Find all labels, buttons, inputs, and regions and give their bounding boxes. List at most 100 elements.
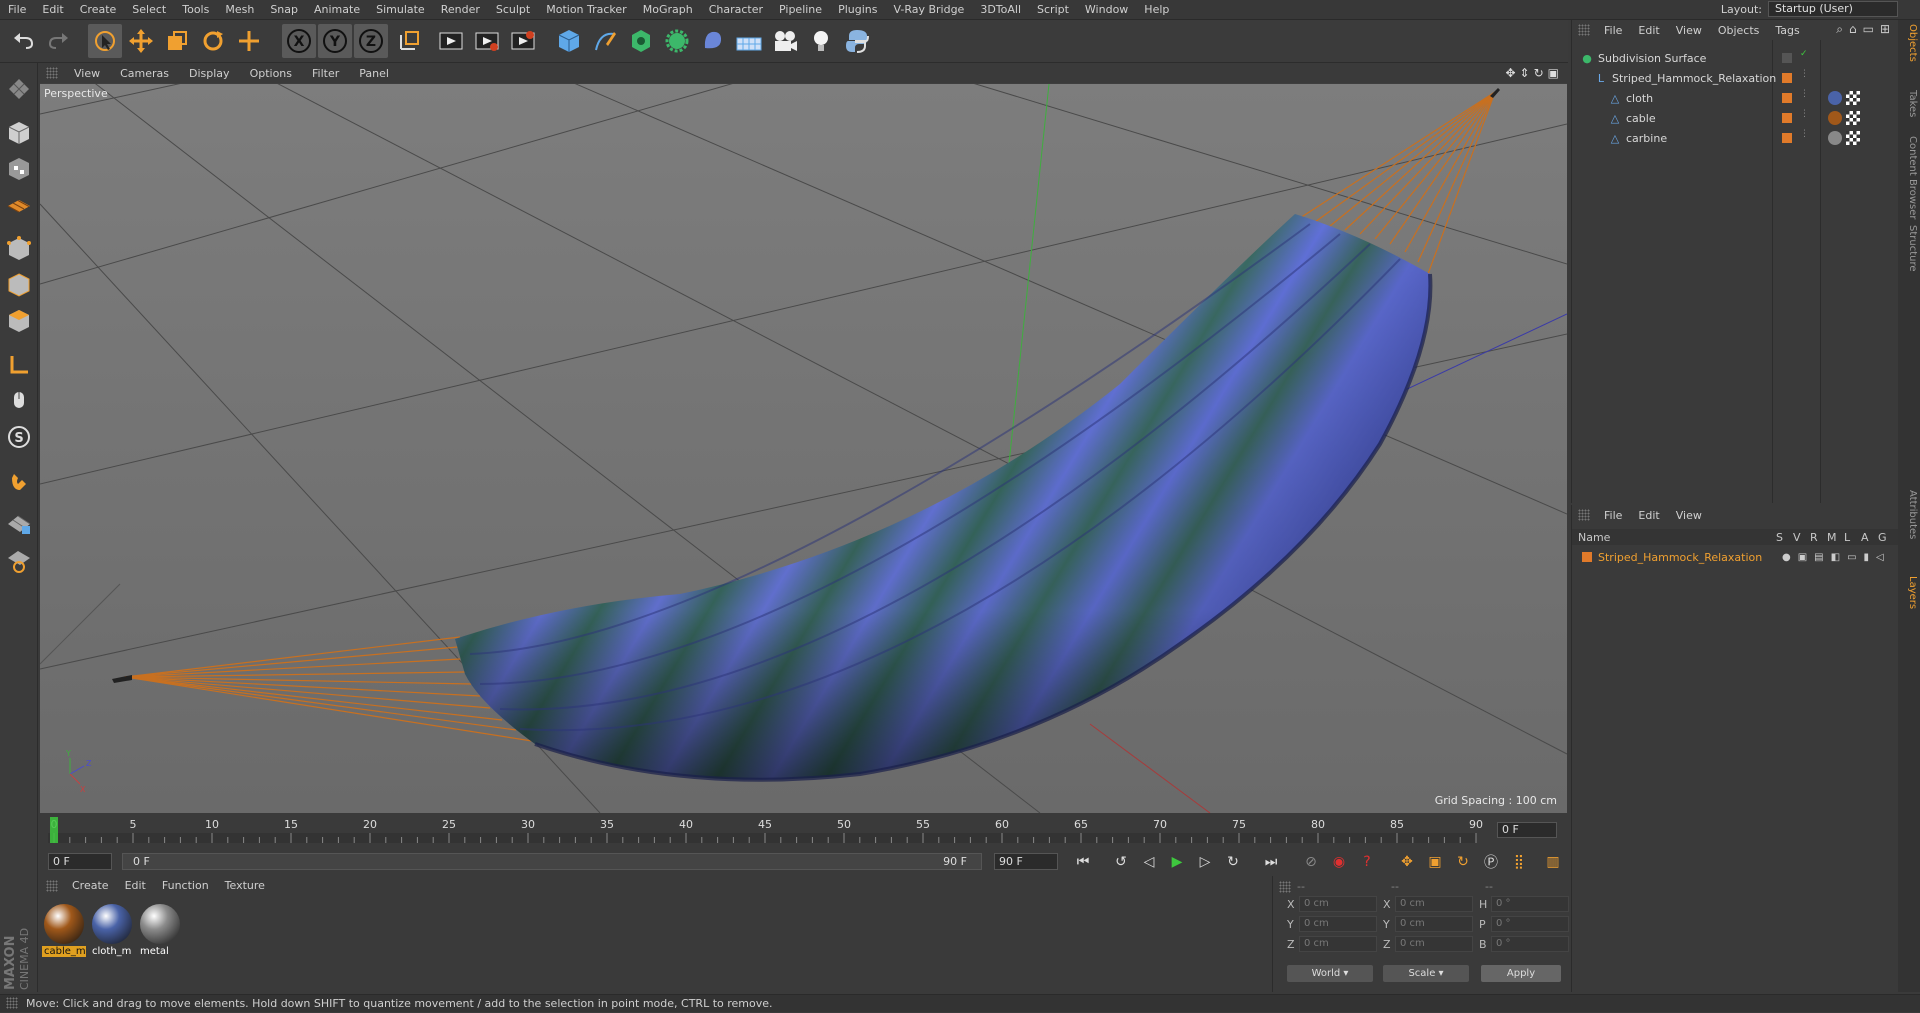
menu-snap[interactable]: Snap [262, 3, 306, 16]
visibility-dots-icon[interactable]: ⋮ [1800, 130, 1809, 139]
menu-mesh[interactable]: Mesh [217, 3, 262, 16]
uvw-tag-icon[interactable] [1846, 91, 1860, 105]
layer-menu-edit[interactable]: Edit [1630, 509, 1667, 522]
menu-v-ray-bridge[interactable]: V-Ray Bridge [885, 3, 972, 16]
visibility-dots-icon[interactable]: ⋮ [1800, 70, 1809, 79]
coord-value-field[interactable]: 0 cm [1395, 896, 1473, 912]
viewport-menu-display[interactable]: Display [179, 67, 240, 80]
z-axis-lock-icon[interactable]: Z [354, 24, 388, 58]
layer-column-r[interactable]: R [1810, 531, 1818, 544]
workplane-lock-icon[interactable] [3, 509, 35, 541]
object-menu-tags[interactable]: Tags [1767, 24, 1807, 37]
side-tab-attributes[interactable]: Attributes [1900, 490, 1918, 539]
viewport-menu-filter[interactable]: Filter [302, 67, 349, 80]
edges-mode-icon[interactable] [3, 269, 35, 301]
layer-menu-view[interactable]: View [1668, 509, 1710, 522]
menu-3dtoall[interactable]: 3DToAll [972, 3, 1029, 16]
menu-animate[interactable]: Animate [306, 3, 368, 16]
transform-tool-icon[interactable] [232, 24, 266, 58]
layer-menu-file[interactable]: File [1596, 509, 1630, 522]
mograph-cloner-icon[interactable] [660, 24, 694, 58]
key-rotation-icon[interactable]: ↻ [1452, 851, 1474, 873]
record-keys-off-icon[interactable]: ⊘ [1300, 851, 1322, 873]
points-mode-icon[interactable] [3, 233, 35, 265]
layer-color-swatch[interactable] [1782, 53, 1792, 63]
menu-render[interactable]: Render [433, 3, 488, 16]
key-parameter-icon[interactable]: Ⓟ [1480, 851, 1502, 873]
menu-edit[interactable]: Edit [34, 3, 71, 16]
lock-icon[interactable]: ▭ [1863, 22, 1874, 37]
render-view-icon[interactable] [434, 24, 468, 58]
object-row[interactable]: △ cloth ⋮ [1572, 88, 1892, 108]
coord-type-dropdown[interactable]: Scale ▾ [1383, 965, 1469, 982]
polygons-mode-icon[interactable] [3, 305, 35, 337]
soft-selection-icon[interactable] [3, 545, 35, 577]
coord-value-field[interactable]: 0 ° [1491, 936, 1569, 952]
workplane-mode-icon[interactable] [3, 189, 35, 221]
coord-value-field[interactable]: 0 cm [1395, 916, 1473, 932]
layer-color-swatch[interactable] [1782, 73, 1792, 83]
menu-select[interactable]: Select [124, 3, 174, 16]
layer-color-swatch[interactable] [1782, 133, 1792, 143]
pan-view-icon[interactable]: ✥ [1505, 66, 1515, 80]
menu-plugins[interactable]: Plugins [830, 3, 885, 16]
start-frame-field[interactable]: 0 F [48, 853, 112, 870]
camera-icon[interactable] [768, 24, 802, 58]
dolly-view-icon[interactable]: ⇕ [1520, 66, 1530, 80]
side-tab-structure[interactable]: Structure [1900, 225, 1918, 272]
menu-motion-tracker[interactable]: Motion Tracker [538, 3, 634, 16]
viewport-menu-options[interactable]: Options [240, 67, 302, 80]
apply-button[interactable]: Apply [1481, 965, 1561, 982]
uvw-tag-icon[interactable] [1846, 131, 1860, 145]
layer-row[interactable]: Striped_Hammock_Relaxation ●▣▤◧▭▮◁ [1582, 547, 1902, 567]
material-swatch[interactable]: metal [138, 902, 182, 960]
key-position-icon[interactable]: ✥ [1396, 851, 1418, 873]
coord-value-field[interactable]: 0 ° [1491, 916, 1569, 932]
render-to-picture-viewer-icon[interactable] [470, 24, 504, 58]
live-selection-icon[interactable] [88, 24, 122, 58]
visibility-dots-icon[interactable]: ⋮ [1800, 110, 1809, 119]
material-menu-edit[interactable]: Edit [117, 879, 154, 892]
menu-simulate[interactable]: Simulate [368, 3, 433, 16]
timeline-window-icon[interactable]: ▥ [1542, 851, 1564, 873]
current-frame-field[interactable]: 0 F [1497, 822, 1557, 838]
object-row[interactable]: ● Subdivision Surface ✓ [1572, 48, 1892, 68]
go-to-end-icon[interactable]: ⏭ [1260, 851, 1282, 873]
object-menu-view[interactable]: View [1668, 24, 1710, 37]
coord-value-field[interactable]: 0 ° [1491, 896, 1569, 912]
object-menu-edit[interactable]: Edit [1630, 24, 1667, 37]
viewport-menu-cameras[interactable]: Cameras [110, 67, 179, 80]
layer-column-l[interactable]: L [1844, 531, 1850, 544]
object-row[interactable]: L Striped_Hammock_Relaxation ⋮ [1572, 68, 1892, 88]
timeline-track[interactable] [48, 833, 1476, 843]
make-editable-icon[interactable] [3, 73, 35, 105]
viewport-menu-panel[interactable]: Panel [349, 67, 399, 80]
viewport-menu-view[interactable]: View [64, 67, 110, 80]
menu-create[interactable]: Create [72, 3, 125, 16]
rotate-view-icon[interactable]: ↻ [1534, 66, 1544, 80]
coord-mode-dropdown[interactable]: World ▾ [1287, 965, 1373, 982]
material-tag-icon[interactable] [1828, 131, 1842, 145]
snapping-icon[interactable]: S [3, 421, 35, 453]
visibility-dots-icon[interactable]: ✓ [1800, 50, 1808, 59]
menu-character[interactable]: Character [701, 3, 771, 16]
tweak-mode-icon[interactable] [3, 385, 35, 417]
previous-frame-icon[interactable]: ◁ [1138, 851, 1160, 873]
scale-tool-icon[interactable] [160, 24, 194, 58]
menu-tools[interactable]: Tools [174, 3, 217, 16]
layer-color-swatch[interactable] [1782, 113, 1792, 123]
layer-column-v[interactable]: V [1793, 531, 1801, 544]
previous-key-icon[interactable]: ↺ [1110, 851, 1132, 873]
object-menu-file[interactable]: File [1596, 24, 1630, 37]
home-icon[interactable]: ⌂ [1849, 22, 1857, 37]
menu-pipeline[interactable]: Pipeline [771, 3, 830, 16]
floor-environment-icon[interactable] [732, 24, 766, 58]
material-tag-icons[interactable] [1828, 111, 1860, 125]
pen-spline-icon[interactable] [588, 24, 622, 58]
side-tab-takes[interactable]: Takes [1900, 90, 1918, 117]
side-tab-objects[interactable]: Objects [1900, 24, 1918, 62]
next-frame-icon[interactable]: ▷ [1194, 851, 1216, 873]
cube-object-icon[interactable] [552, 24, 586, 58]
move-tool-icon[interactable] [124, 24, 158, 58]
texture-mode-icon[interactable] [3, 153, 35, 185]
